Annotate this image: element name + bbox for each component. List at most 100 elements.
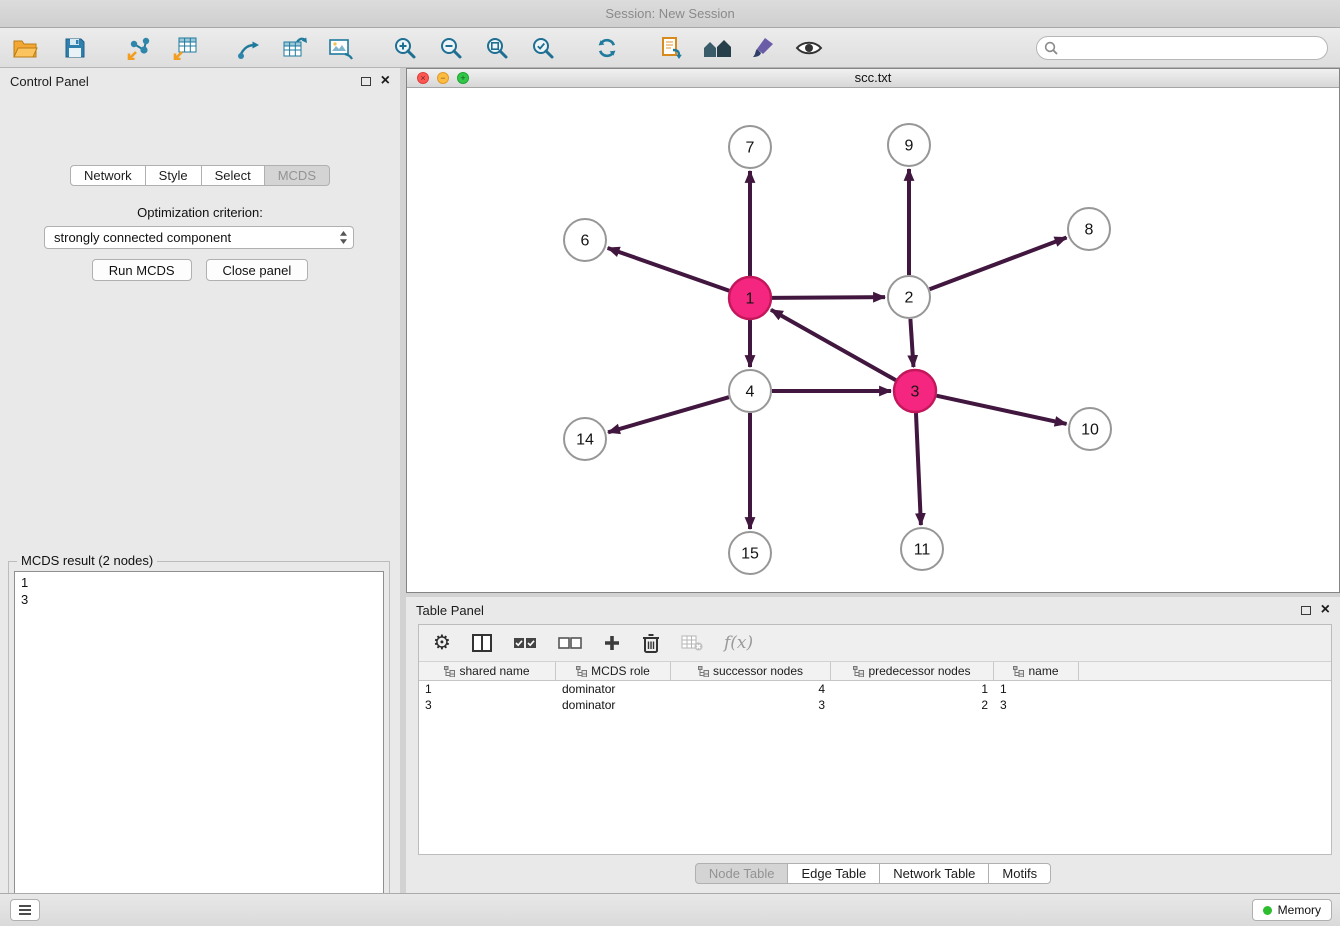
open-file-button[interactable]: [8, 31, 42, 65]
attribute-type-icon: [1013, 666, 1024, 677]
table-cell[interactable]: 1: [419, 681, 556, 697]
column-header-predecessor-nodes[interactable]: predecessor nodes: [831, 662, 994, 680]
table-cell[interactable]: dominator: [556, 697, 671, 713]
table-row[interactable]: 3dominator323: [419, 697, 1331, 713]
column-header-successor-nodes[interactable]: successor nodes: [671, 662, 831, 680]
show-hide-panel-button[interactable]: [792, 31, 826, 65]
folder-icon: [12, 36, 38, 60]
close-panel-icon[interactable]: [381, 74, 390, 88]
list-icon: [18, 904, 32, 916]
tab-motifs[interactable]: Motifs: [988, 863, 1051, 884]
mcds-result-list[interactable]: 1 3: [14, 571, 384, 926]
column-header-name[interactable]: name: [994, 662, 1079, 680]
add-column-button[interactable]: [603, 634, 621, 652]
graph-node-label: 11: [914, 542, 931, 559]
show-columns-button[interactable]: [472, 634, 492, 652]
network-canvas[interactable]: 7968124314101511: [407, 88, 1339, 592]
table-cell[interactable]: 3: [671, 697, 831, 713]
attribute-settings-button[interactable]: ⚙: [433, 633, 451, 653]
graph-edge-3-10[interactable]: [936, 396, 1066, 424]
unchecked-boxes-icon: [558, 637, 582, 649]
column-header-mcds-role[interactable]: MCDS role: [556, 662, 671, 680]
zoom-in-icon: [393, 36, 417, 60]
tab-network-table[interactable]: Network Table: [879, 863, 989, 884]
new-network-button[interactable]: [232, 31, 266, 65]
zoom-fit-button[interactable]: [480, 31, 514, 65]
search-icon: [1044, 41, 1058, 55]
window-zoom-button[interactable]: [457, 72, 469, 84]
control-panel-header: Control Panel: [0, 68, 400, 94]
delete-table-button[interactable]: [681, 635, 703, 651]
window-close-button[interactable]: [417, 72, 429, 84]
import-network-icon: [126, 36, 152, 60]
table-cell[interactable]: 1: [994, 681, 1079, 697]
graph-edge-1-6[interactable]: [608, 248, 730, 291]
memory-button[interactable]: Memory: [1252, 899, 1332, 921]
table-cell[interactable]: 3: [419, 697, 556, 713]
floppy-disk-icon: [64, 37, 86, 59]
import-table-button[interactable]: [168, 31, 202, 65]
zoom-fit-icon: [485, 36, 509, 60]
copy-document-button[interactable]: [654, 31, 688, 65]
table-cell[interactable]: dominator: [556, 681, 671, 697]
refresh-view-button[interactable]: [590, 31, 624, 65]
column-header-shared-name[interactable]: shared name: [419, 662, 556, 680]
graph-edge-1-2[interactable]: [772, 297, 885, 298]
table-panel-header: Table Panel: [406, 597, 1340, 623]
new-network-table-button[interactable]: [278, 31, 312, 65]
run-mcds-button[interactable]: Run MCDS: [92, 259, 192, 281]
search-input[interactable]: [1036, 36, 1328, 60]
attribute-type-icon: [853, 666, 864, 677]
table-row[interactable]: 1dominator411: [419, 681, 1331, 697]
table-panel: Table Panel ⚙: [406, 597, 1340, 893]
search-box: [1036, 36, 1328, 60]
image-icon: [328, 36, 354, 60]
export-image-button[interactable]: [324, 31, 358, 65]
zoom-selected-button[interactable]: [526, 31, 560, 65]
network-table-icon: [282, 36, 308, 60]
graph-edge-2-8[interactable]: [930, 237, 1067, 289]
close-panel-button[interactable]: Close panel: [206, 259, 309, 281]
close-table-icon[interactable]: [1321, 603, 1330, 617]
select-all-columns-button[interactable]: [513, 637, 537, 649]
network-graph[interactable]: 7968124314101511: [407, 88, 1339, 593]
table-body: 1dominator4113dominator323: [419, 681, 1331, 713]
panel-selector-button[interactable]: [10, 899, 40, 921]
zoom-in-button[interactable]: [388, 31, 422, 65]
float-panel-icon[interactable]: [361, 77, 371, 86]
status-bar: Memory: [0, 893, 1340, 926]
delete-column-button[interactable]: [642, 633, 660, 653]
table-cell[interactable]: 2: [831, 697, 994, 713]
float-table-icon[interactable]: [1301, 606, 1311, 615]
graph-node-label: 4: [746, 384, 755, 401]
optimization-dropdown-value: strongly connected component: [54, 230, 231, 245]
attribute-type-icon: [444, 666, 455, 677]
tab-edge-table[interactable]: Edge Table: [787, 863, 880, 884]
graph-edge-4-14[interactable]: [608, 397, 729, 432]
tab-network[interactable]: Network: [70, 165, 146, 186]
deselect-all-columns-button[interactable]: [558, 637, 582, 649]
graph-overview-button[interactable]: [700, 31, 734, 65]
houses-icon: [702, 37, 732, 59]
graph-edge-2-3[interactable]: [910, 319, 913, 367]
import-network-button[interactable]: [122, 31, 156, 65]
optimization-dropdown[interactable]: strongly connected component: [44, 226, 354, 249]
graph-node-label: 10: [1081, 422, 1099, 439]
graph-node-label: 8: [1085, 222, 1094, 239]
window-minimize-button[interactable]: [437, 72, 449, 84]
tab-style[interactable]: Style: [145, 165, 202, 186]
graph-node-label: 1: [746, 291, 755, 308]
function-builder-button[interactable]: f(x): [724, 633, 753, 653]
table-cell[interactable]: 4: [671, 681, 831, 697]
graph-edge-3-11[interactable]: [916, 413, 921, 525]
tab-select[interactable]: Select: [201, 165, 265, 186]
zoom-out-button[interactable]: [434, 31, 468, 65]
tab-mcds[interactable]: MCDS: [264, 165, 330, 186]
memory-status-icon: [1263, 906, 1272, 915]
table-cell[interactable]: 1: [831, 681, 994, 697]
apply-style-button[interactable]: [746, 31, 780, 65]
graph-edge-3-1[interactable]: [771, 310, 896, 380]
table-cell[interactable]: 3: [994, 697, 1079, 713]
save-session-button[interactable]: [58, 31, 92, 65]
tab-node-table[interactable]: Node Table: [695, 863, 789, 884]
